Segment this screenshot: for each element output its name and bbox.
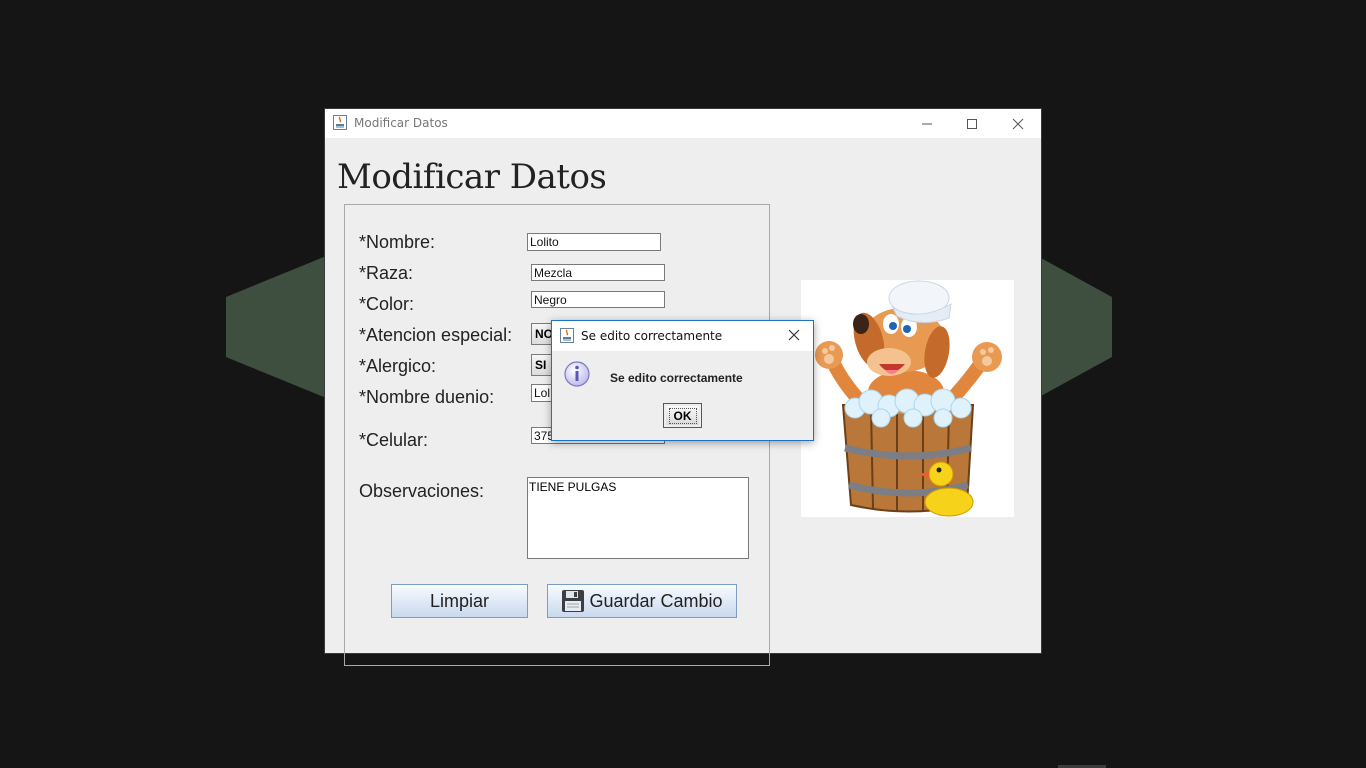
alergico-label: *Alergico: — [359, 356, 437, 376]
ok-button-label: OK — [668, 407, 697, 424]
info-icon — [564, 361, 590, 387]
dialog-message: Se edito correctamente — [610, 371, 743, 385]
dog-bath-illustration — [801, 280, 1014, 517]
window-title: Modificar Datos — [354, 116, 448, 130]
celular-label: *Celular: — [359, 430, 429, 450]
nombre-duenio-label: *Nombre duenio: — [359, 387, 495, 407]
nombre-field[interactable]: Lolito — [527, 233, 661, 251]
limpiar-button[interactable]: Limpiar — [391, 584, 528, 618]
nombre-label: *Nombre: — [359, 232, 436, 252]
minimize-button[interactable] — [904, 109, 950, 138]
raza-label: *Raza: — [359, 263, 414, 283]
minimize-icon — [922, 123, 932, 125]
raza-field[interactable]: Mezcla — [531, 264, 665, 281]
window-close-button[interactable] — [995, 109, 1041, 138]
close-icon — [788, 329, 800, 341]
dog-bath-image — [815, 280, 1002, 517]
maximize-icon — [967, 119, 977, 129]
color-label: *Color: — [359, 294, 415, 314]
page-title: Modificar Datos — [337, 157, 607, 197]
window-titlebar[interactable]: Modificar Datos — [325, 109, 1041, 138]
observaciones-label: Observaciones: — [359, 481, 485, 501]
atencion-especial-label: *Atencion especial: — [359, 325, 513, 345]
ok-button[interactable]: OK — [663, 403, 702, 428]
java-app-icon — [560, 328, 574, 343]
limpiar-button-label: Limpiar — [429, 590, 490, 611]
maximize-button[interactable] — [949, 109, 995, 138]
background-shape-right — [1030, 252, 1112, 402]
confirmation-dialog: Se edito correctamente Se edito correcta… — [551, 320, 814, 441]
background-shape-left — [226, 252, 336, 402]
dialog-close-button[interactable] — [784, 327, 804, 345]
color-field[interactable]: Negro — [531, 291, 665, 308]
floppy-disk-icon — [562, 590, 585, 612]
guardar-cambio-button-label: Guardar Cambio — [589, 590, 723, 611]
dialog-title: Se edito correctamente — [581, 329, 723, 343]
close-icon — [1012, 118, 1024, 130]
observaciones-textarea[interactable]: TIENE PULGAS — [527, 477, 749, 559]
guardar-cambio-button[interactable]: Guardar Cambio — [547, 584, 737, 618]
java-app-icon — [333, 115, 347, 130]
dialog-titlebar[interactable]: Se edito correctamente — [552, 321, 813, 351]
